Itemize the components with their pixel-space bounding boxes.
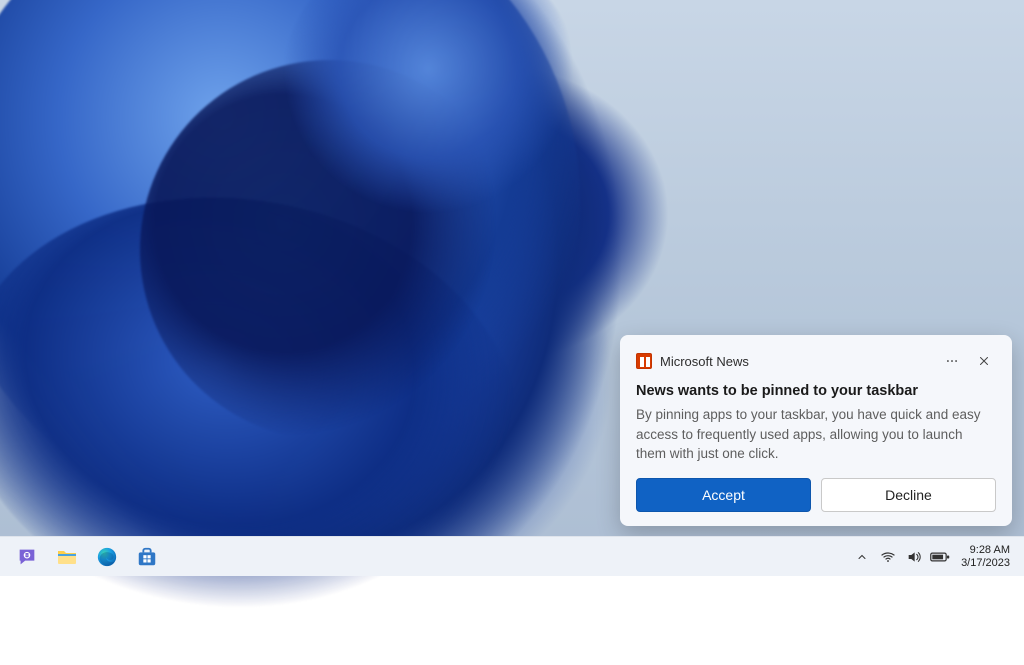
- system-tray: 9:28 AM 3/17/2023: [851, 539, 1016, 575]
- clock-date: 3/17/2023: [961, 557, 1010, 570]
- notification-toast: Microsoft News News wants to be pinned t…: [620, 335, 1012, 526]
- edge-icon: [96, 546, 118, 568]
- chat-icon: [16, 546, 38, 568]
- taskbar: 9:28 AM 3/17/2023: [0, 536, 1024, 576]
- file-explorer-icon: [55, 545, 79, 569]
- notification-close-button[interactable]: [972, 349, 996, 373]
- tray-wifi[interactable]: [877, 539, 899, 575]
- chevron-up-icon: [856, 551, 868, 563]
- notification-header: Microsoft News: [636, 349, 996, 373]
- ellipsis-icon: [945, 354, 959, 368]
- decline-button[interactable]: Decline: [821, 478, 996, 512]
- notification-more-button[interactable]: [940, 349, 964, 373]
- notification-app-name: Microsoft News: [660, 354, 932, 369]
- taskbar-clock[interactable]: 9:28 AM 3/17/2023: [955, 544, 1016, 569]
- microsoft-store-icon: [136, 546, 158, 568]
- tray-volume[interactable]: [903, 539, 925, 575]
- tray-overflow-button[interactable]: [851, 539, 873, 575]
- notification-actions: Accept Decline: [636, 478, 996, 512]
- speaker-icon: [906, 549, 922, 565]
- clock-time: 9:28 AM: [961, 544, 1010, 557]
- news-app-icon: [636, 353, 652, 369]
- taskbar-chat[interactable]: [8, 539, 46, 575]
- taskbar-file-explorer[interactable]: [48, 539, 86, 575]
- close-icon: [978, 355, 990, 367]
- battery-icon: [930, 549, 950, 565]
- wifi-icon: [880, 549, 896, 565]
- taskbar-pinned-apps: [8, 539, 166, 575]
- notification-title: News wants to be pinned to your taskbar: [636, 383, 996, 399]
- notification-body: By pinning apps to your taskbar, you hav…: [636, 405, 996, 464]
- taskbar-edge[interactable]: [88, 539, 126, 575]
- taskbar-microsoft-store[interactable]: [128, 539, 166, 575]
- tray-battery[interactable]: [929, 539, 951, 575]
- accept-button[interactable]: Accept: [636, 478, 811, 512]
